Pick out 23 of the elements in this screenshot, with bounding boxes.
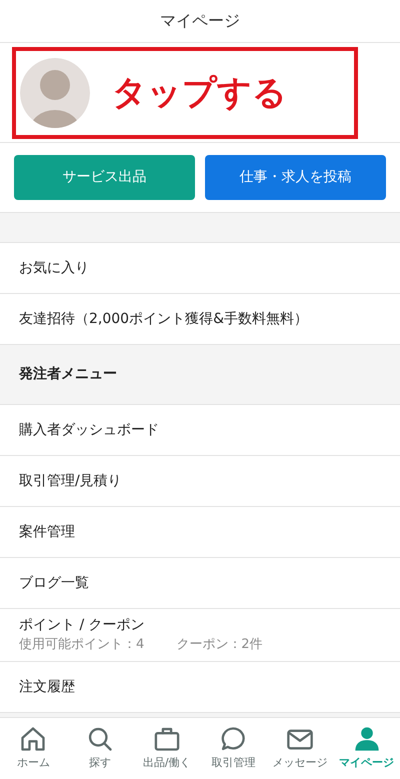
person-icon bbox=[352, 725, 381, 754]
menu-item-label: ポイント / クーポン bbox=[19, 616, 146, 635]
section-header: 発注者メニュー bbox=[19, 364, 117, 384]
home-icon bbox=[19, 725, 48, 754]
nav-tab[interactable]: ホーム bbox=[0, 718, 67, 779]
menu-item[interactable]: お気に入り bbox=[0, 243, 400, 294]
avatar[interactable] bbox=[20, 58, 90, 128]
menu-item[interactable]: 購入者ダッシュボード bbox=[0, 405, 400, 456]
menu-item[interactable]: 取引管理/見積り bbox=[0, 456, 400, 507]
nav-tab[interactable]: メッセージ bbox=[266, 718, 334, 779]
action-button[interactable]: 仕事・求人を投稿 bbox=[205, 155, 386, 200]
nav-tab[interactable]: 取引管理 bbox=[200, 718, 267, 779]
page-title: マイページ bbox=[160, 10, 240, 32]
points-text: 使用可能ポイント：4 bbox=[19, 636, 144, 654]
annotation-text: タップする bbox=[112, 76, 287, 110]
coupon-text: クーポン：2件 bbox=[176, 636, 263, 654]
briefcase-icon bbox=[152, 725, 181, 754]
menu-item[interactable]: 案件管理 bbox=[0, 507, 400, 558]
menu-item[interactable]: ポイント / クーポン 使用可能ポイント：4 クーポン：2件 bbox=[0, 609, 400, 662]
nav-tab[interactable]: 探す bbox=[66, 718, 134, 779]
search-icon bbox=[86, 725, 114, 754]
nav-tab[interactable]: 出品/働く bbox=[133, 718, 200, 779]
menu-item[interactable]: ブログ一覧 bbox=[0, 558, 400, 609]
